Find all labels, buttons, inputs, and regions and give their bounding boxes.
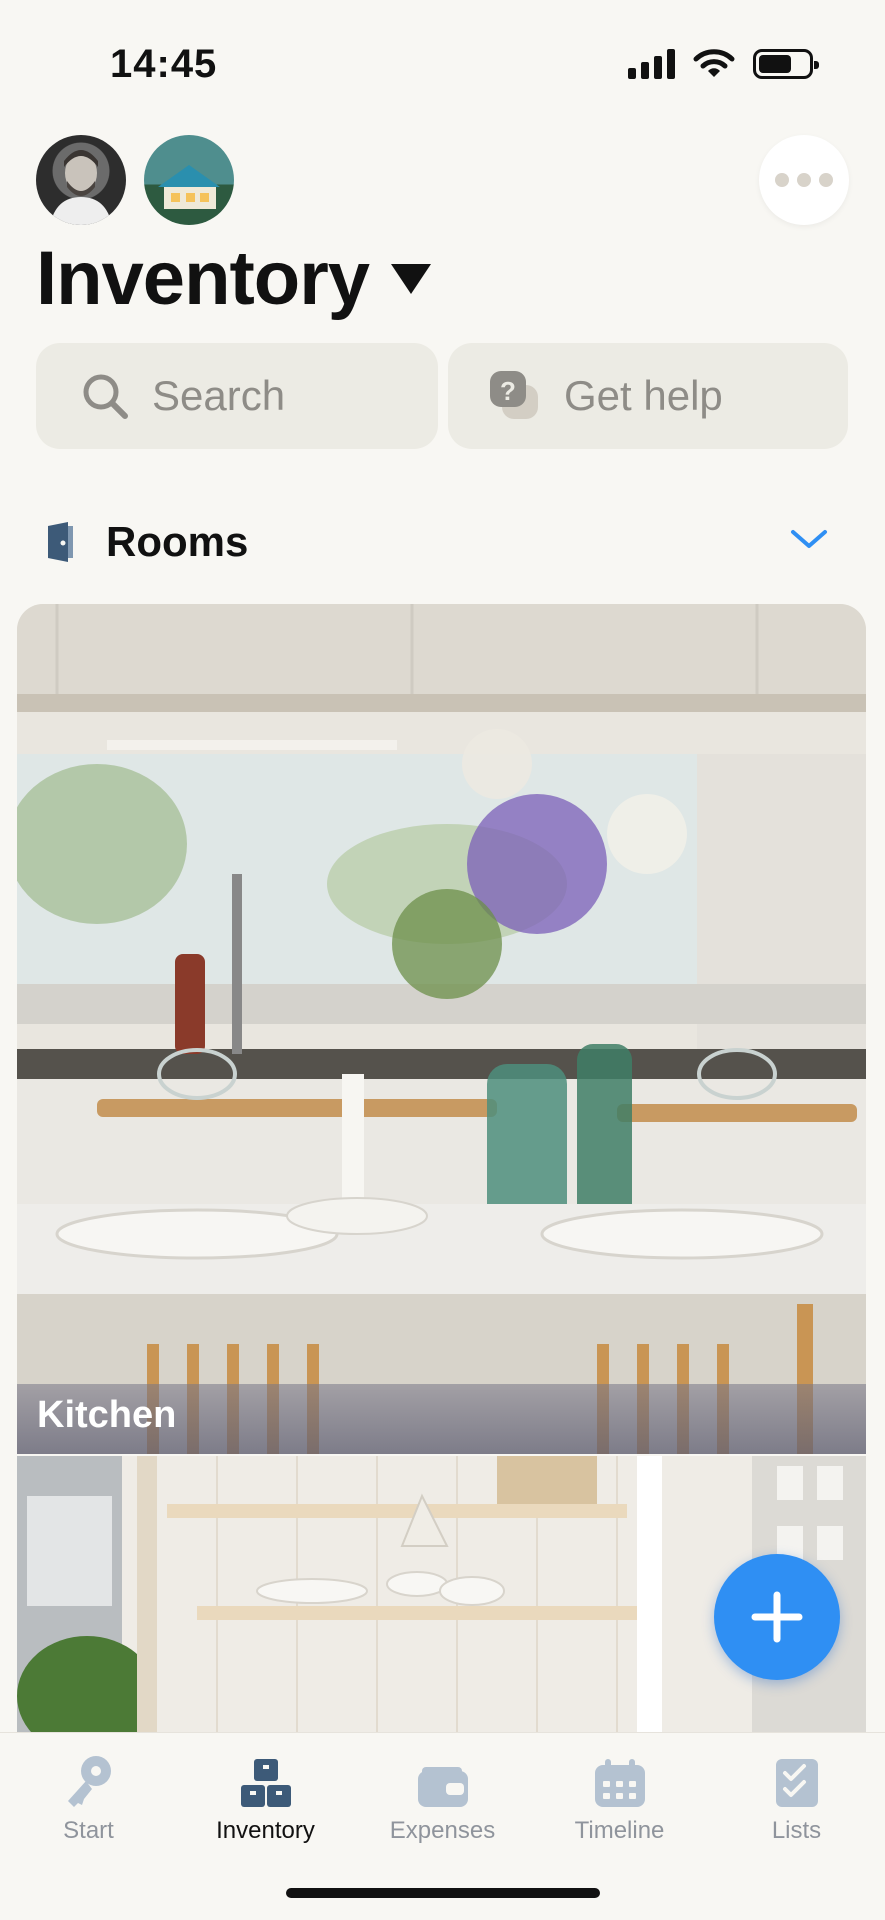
boxes-icon (240, 1759, 291, 1807)
status-bar: 14:45 (0, 0, 885, 130)
tab-start-label: Start (63, 1817, 114, 1844)
room-caption: Kitchen (17, 1384, 866, 1454)
status-time: 14:45 (110, 42, 218, 86)
tab-timeline-label: Timeline (574, 1817, 665, 1844)
cellular-signal-icon (628, 49, 675, 79)
key-icon (67, 1756, 111, 1807)
home-indicator[interactable] (286, 1888, 600, 1898)
tab-expenses[interactable]: Expenses (354, 1745, 531, 1855)
tab-lists[interactable]: Lists (708, 1745, 885, 1855)
calendar-icon (594, 1759, 645, 1807)
get-help-button[interactable]: ? Get help (448, 343, 848, 449)
room-card-kitchen[interactable]: Kitchen (17, 604, 866, 1454)
user-avatar[interactable] (36, 135, 126, 225)
page-title-text: Inventory (36, 236, 370, 321)
rooms-section-label: Rooms (106, 518, 249, 565)
home-avatar[interactable] (144, 135, 234, 225)
search-label: Search (152, 372, 286, 419)
search-button[interactable]: Search (36, 343, 438, 449)
tab-lists-label: Lists (771, 1817, 822, 1844)
door-icon (48, 522, 73, 562)
room-name: Kitchen (37, 1394, 177, 1436)
add-item-button[interactable] (714, 1554, 840, 1680)
checklist-icon (775, 1759, 818, 1807)
chevron-down-icon[interactable] (790, 528, 828, 550)
kitchen-photo (17, 604, 866, 1454)
tab-expenses-label: Expenses (389, 1817, 496, 1844)
more-options-button[interactable] (759, 135, 849, 225)
page-title[interactable]: Inventory (36, 235, 432, 322)
rooms-section-header[interactable]: Rooms (0, 500, 885, 590)
wallet-icon (417, 1767, 468, 1807)
plus-icon (751, 1591, 803, 1643)
tab-timeline[interactable]: Timeline (531, 1745, 708, 1855)
battery-icon (753, 49, 819, 79)
tab-start[interactable]: Start (0, 1745, 177, 1855)
ellipsis-icon (775, 173, 789, 187)
caret-down-icon (391, 263, 432, 294)
app-screen: 14:45 Inventory Search ? Get help Rooms … (0, 0, 885, 1920)
get-help-label: Get help (564, 372, 723, 419)
search-icon (83, 374, 128, 419)
tab-inventory[interactable]: Inventory (177, 1745, 354, 1855)
help-chat-icon: ? (490, 371, 538, 419)
wifi-icon (693, 49, 735, 77)
tab-inventory-label: Inventory (216, 1817, 315, 1844)
svg-text:?: ? (500, 376, 516, 406)
status-icons (628, 48, 819, 80)
